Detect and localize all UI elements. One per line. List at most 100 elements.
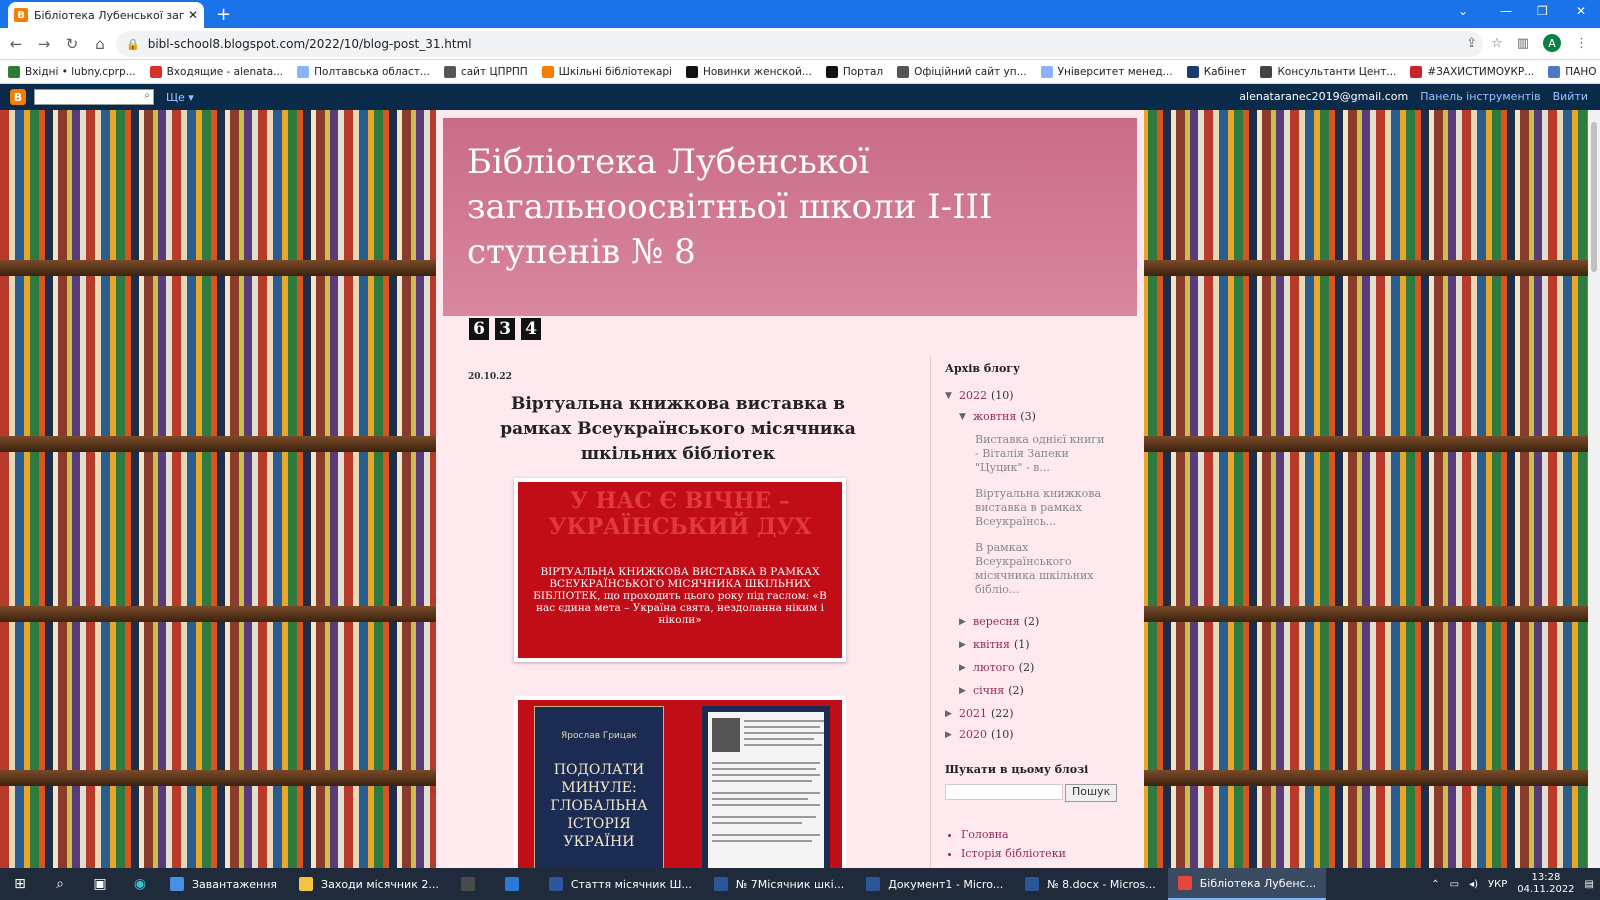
blog-search-input[interactable] xyxy=(945,784,1063,800)
taskbar-app[interactable]: Завантаження xyxy=(160,868,287,900)
blogger-logo-icon[interactable]: B xyxy=(10,89,26,105)
taskbar-app[interactable]: Заходи місячник 2... xyxy=(289,868,449,900)
archive-year-2022[interactable]: ▼ 2022 (10) xyxy=(945,389,1120,402)
menu-icon[interactable]: ⋮ xyxy=(1575,36,1588,51)
bookmark-item[interactable]: Новинки женской... xyxy=(685,65,812,78)
logout-link[interactable]: Вийти xyxy=(1553,90,1588,103)
new-tab-icon[interactable]: + xyxy=(216,4,231,25)
bookmark-item[interactable]: #ЗАХИСТИМОУКР... xyxy=(1410,65,1534,78)
bookmark-item[interactable]: Полтавська област... xyxy=(297,65,430,78)
more-menu[interactable]: Ще ▾ xyxy=(166,91,194,104)
taskbar-app[interactable]: Бібліотека Лубенс... xyxy=(1167,868,1327,900)
expand-triangle-icon[interactable]: ▶ xyxy=(959,663,973,673)
archive-post-link[interactable]: Віртуальна книжкова виставка в рамках Вс… xyxy=(975,487,1105,529)
reload-icon[interactable]: ↻ xyxy=(60,35,84,53)
archive-month[interactable]: ▶ лютого (2) xyxy=(959,661,1120,674)
month-link[interactable]: квітня xyxy=(973,638,1010,651)
archive-month[interactable]: ▶ січня (2) xyxy=(959,684,1120,697)
browser-tab[interactable]: B Бібліотека Лубенської загально ✕ xyxy=(8,2,204,28)
page-link-home[interactable]: Головна xyxy=(961,828,1120,841)
clock[interactable]: 13:28 04.11.2022 xyxy=(1517,872,1574,896)
bookmark-item[interactable]: Портал xyxy=(825,65,883,78)
network-icon[interactable]: ▭ xyxy=(1450,879,1459,890)
url-field[interactable]: 🔒 bibl-school8.blogspot.com/2022/10/blog… xyxy=(116,31,1483,57)
month-link[interactable]: лютого xyxy=(973,661,1015,674)
volume-icon[interactable]: ◂) xyxy=(1469,879,1478,890)
taskbar-app[interactable]: Стаття місячник Ш... xyxy=(539,868,702,900)
author-photo xyxy=(712,718,740,752)
close-tab-icon[interactable]: ✕ xyxy=(188,8,198,22)
minimize-icon[interactable]: — xyxy=(1500,4,1512,18)
task-view-icon[interactable]: ▣ xyxy=(80,876,120,892)
app-icon xyxy=(299,877,314,891)
taskbar-app[interactable] xyxy=(451,868,493,900)
post-image-book[interactable]: Ярослав Грицак ПОДОЛАТИ МИНУЛЕ: ГЛОБАЛЬН… xyxy=(514,696,846,868)
archive-post-link[interactable]: В рамках Всеукраїнського місячника шкіль… xyxy=(975,541,1105,597)
dashboard-link[interactable]: Панель інструментів xyxy=(1420,90,1540,103)
language-indicator[interactable]: УКР xyxy=(1488,879,1507,890)
bookmark-star-icon[interactable]: ☆ xyxy=(1491,36,1503,51)
search-icon[interactable]: ⌕ xyxy=(144,90,150,101)
search-icon[interactable]: ⌕ xyxy=(40,876,80,892)
scrollbar-thumb[interactable] xyxy=(1591,122,1597,272)
expand-triangle-icon[interactable]: ▶ xyxy=(959,640,973,650)
search-button[interactable]: Пошук xyxy=(1065,784,1118,802)
taskbar-app[interactable]: № 8.docx - Micros... xyxy=(1015,868,1166,900)
share-icon[interactable]: ⇪ xyxy=(1466,36,1477,51)
bookmark-label: Новинки женской... xyxy=(702,65,812,78)
archive-year[interactable]: ▶ 2021 (22) xyxy=(945,707,1120,720)
taskbar-app[interactable]: № 7Місячник шкі... xyxy=(704,868,854,900)
back-icon[interactable]: ← xyxy=(4,35,28,53)
bookmark-item[interactable]: Університет менед... xyxy=(1040,65,1173,78)
restore-icon[interactable]: ❐ xyxy=(1537,4,1548,18)
year-link[interactable]: 2021 xyxy=(959,707,987,720)
taskbar-app[interactable]: Документ1 - Micro... xyxy=(856,868,1013,900)
close-window-icon[interactable]: ✕ xyxy=(1576,4,1586,18)
bookmark-item[interactable]: Кабінет xyxy=(1186,65,1246,78)
archive-month[interactable]: ▶ квітня (1) xyxy=(959,638,1120,651)
tray-arrow-icon[interactable]: ⌃ xyxy=(1431,879,1439,890)
bookmark-item[interactable]: Консультанти Цент... xyxy=(1260,65,1396,78)
home-icon[interactable]: ⌂ xyxy=(88,35,112,53)
post-title[interactable]: Віртуальна книжкова виставка в рамках Вс… xyxy=(474,392,882,467)
bookmark-favicon-icon xyxy=(149,65,162,78)
notifications-icon[interactable]: ▤ xyxy=(1585,879,1594,890)
page-scrollbar[interactable] xyxy=(1588,110,1600,868)
collapse-triangle-icon[interactable]: ▼ xyxy=(959,412,973,422)
app-label: Заходи місячник 2... xyxy=(321,877,439,891)
side-panel-icon[interactable]: ▥ xyxy=(1517,36,1529,51)
archive-month-oct[interactable]: ▼ жовтня (3) xyxy=(959,410,1120,423)
archive-year[interactable]: ▶ 2020 (10) xyxy=(945,728,1120,741)
taskbar-app[interactable] xyxy=(495,868,537,900)
month-link[interactable]: вересня xyxy=(973,615,1020,628)
collapse-triangle-icon[interactable]: ▼ xyxy=(945,391,959,401)
expand-triangle-icon[interactable]: ▶ xyxy=(959,617,973,627)
windows-start-icon[interactable]: ⊞ xyxy=(0,876,40,892)
archive-month[interactable]: ▶ вересня (2) xyxy=(959,615,1120,628)
page-link-history[interactable]: Історія бібліотеки xyxy=(961,847,1120,860)
navbar-search-input[interactable]: ⌕ xyxy=(34,89,154,105)
profile-avatar[interactable]: A xyxy=(1543,34,1561,52)
month-link[interactable]: жовтня xyxy=(973,410,1016,423)
bookmark-item[interactable]: Входящие - alenata... xyxy=(149,65,283,78)
edge-icon[interactable]: ◉ xyxy=(120,876,160,892)
expand-triangle-icon[interactable]: ▶ xyxy=(959,686,973,696)
expand-triangle-icon[interactable]: ▶ xyxy=(945,709,959,719)
month-link[interactable]: січня xyxy=(973,684,1004,697)
expand-triangle-icon[interactable]: ▶ xyxy=(945,730,959,740)
bookmark-item[interactable]: Шкільні бібліотекарі xyxy=(541,65,672,78)
archive-post-link[interactable]: Виставка однієї книги - Віталія Запеки "… xyxy=(975,433,1105,475)
lock-icon[interactable]: 🔒 xyxy=(126,38,140,51)
bookmark-item[interactable]: Вхідні • lubny.cprp... xyxy=(8,65,136,78)
blog-title[interactable]: Бібліотека Лубенської загальноосвітньої … xyxy=(467,140,1113,275)
forward-icon[interactable]: → xyxy=(32,35,56,53)
year-link[interactable]: 2020 xyxy=(959,728,987,741)
bookmark-item[interactable]: ПАНО — Головна xyxy=(1548,65,1600,78)
bookmark-label: Офіційний сайт уп... xyxy=(914,65,1027,78)
visit-counter: 6 3 4 xyxy=(469,318,541,340)
post-image-exhibition[interactable]: У НАС Є ВІЧНЕ – УКРАЇНСЬКИЙ ДУХ ВІРТУАЛЬ… xyxy=(514,478,846,662)
year-link[interactable]: 2022 xyxy=(959,389,987,402)
bookmark-item[interactable]: Офіційний сайт уп... xyxy=(897,65,1027,78)
tab-search-icon[interactable]: ⌄ xyxy=(1458,4,1468,18)
bookmark-item[interactable]: сайт ЦПРПП xyxy=(443,65,528,78)
